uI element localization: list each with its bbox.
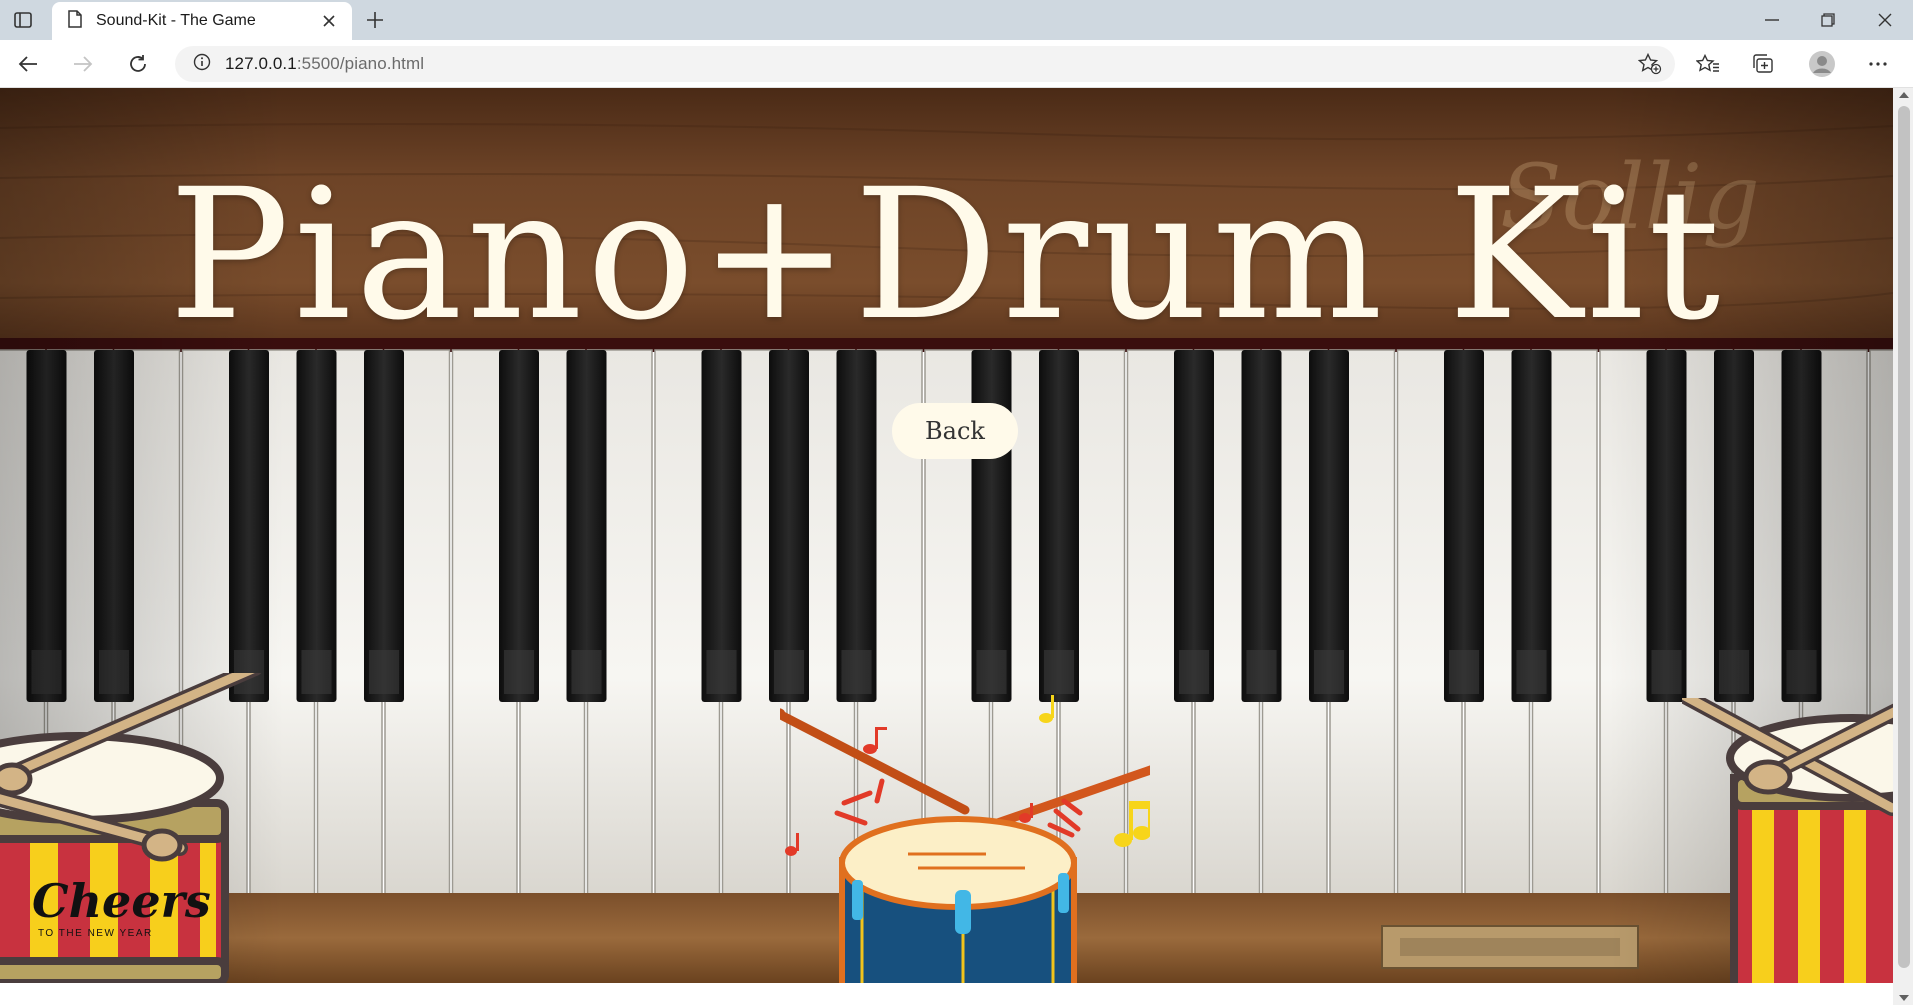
- forward-icon[interactable]: [65, 48, 101, 80]
- tab-actions-icon[interactable]: [8, 8, 38, 32]
- close-window-icon[interactable]: [1857, 0, 1913, 40]
- url-path: :5500/piano.html: [296, 54, 425, 73]
- favorites-icon[interactable]: [1690, 48, 1726, 80]
- url-host: 127.0.0.1: [225, 54, 297, 73]
- page-title: Piano+Drum Kit: [168, 151, 1725, 360]
- left-drum-illustration: [0, 660, 270, 998]
- cheers-script: Cheers: [32, 874, 211, 928]
- browser-tab[interactable]: Sound-Kit - The Game: [52, 2, 352, 40]
- center-drum-illustration: [771, 683, 1171, 1005]
- refresh-icon[interactable]: [120, 48, 156, 80]
- add-favorite-icon[interactable]: [1637, 52, 1663, 76]
- page-icon: [68, 9, 82, 33]
- scroll-down-icon[interactable]: [1899, 995, 1909, 1001]
- browser-toolbar: 127.0.0.1:5500/piano.html: [0, 40, 1913, 88]
- restore-icon[interactable]: [1800, 0, 1856, 40]
- profile-icon[interactable]: [1804, 48, 1840, 80]
- page-viewport: Sollig Piano+Drum Kit Back: [0, 88, 1893, 1005]
- back-button[interactable]: Back: [892, 403, 1018, 459]
- more-icon[interactable]: [1860, 48, 1896, 80]
- url-text: 127.0.0.1:5500/piano.html: [225, 54, 424, 74]
- minimize-icon[interactable]: [1744, 0, 1800, 40]
- right-drum-illustration: [1662, 680, 1893, 993]
- info-icon[interactable]: [193, 53, 211, 76]
- collections-icon[interactable]: [1745, 48, 1781, 80]
- back-icon[interactable]: [10, 48, 46, 80]
- close-icon[interactable]: [318, 10, 340, 32]
- cheers-logo: Cheers TO THE NEW YEAR: [32, 874, 211, 939]
- tab-strip: Sound-Kit - The Game: [0, 0, 1913, 40]
- cheers-subtitle: TO THE NEW YEAR: [38, 928, 153, 939]
- scroll-up-icon[interactable]: [1899, 92, 1909, 98]
- page-bottom-margin: [0, 983, 1893, 1005]
- scrollbar-thumb[interactable]: [1898, 106, 1910, 968]
- address-bar[interactable]: 127.0.0.1:5500/piano.html: [175, 46, 1675, 82]
- vertical-scrollbar[interactable]: [1893, 88, 1913, 1005]
- plus-icon[interactable]: [360, 8, 390, 32]
- tab-title: Sound-Kit - The Game: [96, 12, 256, 29]
